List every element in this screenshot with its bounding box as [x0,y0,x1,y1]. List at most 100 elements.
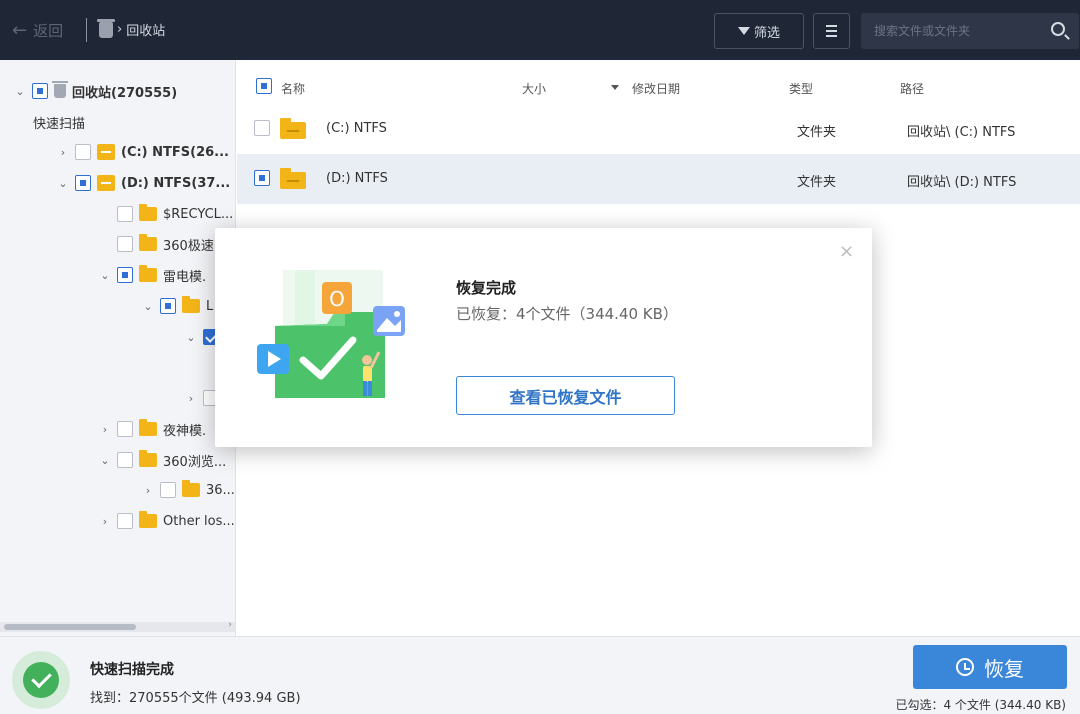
search-box [861,13,1079,49]
row-type: 文件夹 [797,175,837,190]
folder-icon [280,168,306,189]
recovery-complete-dialog: × O 恢复完成 已恢复：4个文件（344.40 KB） 查看已恢复文件 [215,228,872,447]
back-label: 返回 [33,22,64,40]
checkbox[interactable] [117,421,133,437]
tree-item-d-drive[interactable]: ⌄ (D:) NTFS(37... [57,170,230,196]
tree-item-l[interactable]: ⌄ L [142,293,213,319]
tree-item-label: 雷电模. [163,269,207,285]
row-checkbox[interactable] [254,120,270,136]
col-path[interactable]: 路径 [900,80,924,97]
recycle-bin-icon [52,81,68,98]
col-name[interactable]: 名称 [281,80,305,97]
tree-item-360speed[interactable]: 360极速 [117,231,214,257]
tree-horizontal-scrollbar[interactable]: › [0,620,235,632]
toolbar-divider [86,18,87,42]
view-menu-button[interactable] [813,13,850,49]
chevron-down-icon[interactable]: ⌄ [99,269,111,282]
table-row[interactable]: (C:) NTFS 文件夹 回收站\ (C:) NTFS [237,104,1080,154]
tree-item-label: L [206,298,214,314]
tree-section-quick-scan: 快速扫描 [33,109,85,135]
tree-item-label: 36... [206,482,235,498]
success-check-icon [12,651,70,709]
col-size[interactable]: 大小 [522,80,546,97]
row-path: 回收站\ (C:) NTFS [907,125,1016,140]
tree-item-label: (D:) NTFS(37... [121,175,231,191]
tree-item-yeshen[interactable]: › 夜神模. [99,416,206,442]
tree-root[interactable]: ⌄ 回收站(270555) [14,78,177,104]
selected-summary: 已勾选：4 个文件 (344.40 KB) [895,698,1066,712]
tree-item-c-drive[interactable]: › (C:) NTFS(26... [57,139,229,165]
tree-item-360browser[interactable]: ⌄ 360浏览... [99,447,226,473]
recover-button[interactable]: 恢复 [913,645,1067,689]
tree-item-recycle[interactable]: $RECYCL... [117,201,233,227]
chevron-right-icon[interactable]: › [99,515,111,528]
folder-icon [280,118,306,139]
chevron-right-icon[interactable]: › [99,423,111,436]
search-icon[interactable] [1051,22,1065,36]
checkbox[interactable] [117,513,133,529]
table-header: 名称 大小 修改日期 类型 路径 [237,60,1080,104]
chevron-down-icon[interactable]: ⌄ [99,454,111,467]
tree-item-other-lost[interactable]: › Other los... [99,508,235,534]
chevron-down-icon[interactable]: ⌄ [57,177,69,190]
chevron-down-icon[interactable]: ⌄ [14,85,26,98]
breadcrumb-label: 回收站 [126,24,166,39]
scroll-right-icon[interactable]: › [228,620,232,630]
row-checkbox[interactable] [254,170,270,186]
recycle-bin-icon [97,18,115,38]
menu-icon [826,25,837,27]
back-button[interactable]: ← 返回 [12,20,63,41]
chevron-down-icon[interactable]: ⌄ [142,300,154,313]
view-recovered-files-button[interactable]: 查看已恢复文件 [456,376,675,415]
checkbox[interactable] [117,452,133,468]
tree-item-label: 360极速 [163,238,214,254]
checkbox[interactable] [160,298,176,314]
tree-item-leidian[interactable]: ⌄ 雷电模. [99,262,206,288]
filter-label: 筛选 [753,25,780,41]
search-input[interactable] [861,13,1041,49]
section-label: 快速扫描 [33,116,86,132]
checkbox[interactable] [75,144,91,160]
checkbox[interactable] [75,175,91,191]
breadcrumb: › 回收站 [97,18,166,39]
close-icon[interactable]: × [839,243,854,261]
scrollbar-thumb[interactable] [4,624,136,630]
dialog-subtitle: 已恢复：4个文件（344.40 KB） [456,305,678,323]
tree-item-label: 夜神模. [163,423,207,439]
chevron-right-icon[interactable]: › [185,392,197,405]
tree-item-sub2[interactable]: › [185,385,219,411]
select-all-checkbox[interactable] [256,78,272,94]
tree-root-label: 回收站(270555) [72,85,178,101]
checkbox[interactable] [32,83,48,99]
svg-text:O: O [329,287,345,311]
folder-icon [139,450,157,467]
history-icon [956,658,974,676]
folder-icon [139,265,157,282]
row-name: (C:) NTFS [326,121,387,136]
checkbox[interactable] [160,482,176,498]
tree-item-sub[interactable]: ⌄ [185,324,219,350]
sort-desc-icon[interactable] [611,85,619,90]
tree-item-36[interactable]: › 36... [142,477,235,503]
breadcrumb-sep: › [117,22,123,37]
folder-icon [139,204,157,221]
tree-item-label: $RECYCL... [163,206,234,222]
row-type: 文件夹 [797,125,837,140]
table-row[interactable]: (D:) NTFS 文件夹 回收站\ (D:) NTFS [237,154,1080,204]
chevron-right-icon[interactable]: › [142,484,154,497]
checkbox[interactable] [117,206,133,222]
checkbox[interactable] [117,236,133,252]
scan-status-title: 快速扫描完成 [90,662,174,678]
folder-icon [182,480,200,497]
back-arrow-icon: ← [12,19,28,41]
row-path: 回收站\ (D:) NTFS [907,175,1017,190]
chevron-right-icon[interactable]: › [57,146,69,159]
tree-item-label: (C:) NTFS(26... [121,144,229,160]
chevron-down-icon[interactable]: ⌄ [185,331,197,344]
col-modified[interactable]: 修改日期 [632,80,680,97]
filter-icon [737,27,750,35]
row-name: (D:) NTFS [326,171,388,186]
filter-button[interactable]: 筛选 [714,13,804,49]
checkbox[interactable] [117,267,133,283]
col-type[interactable]: 类型 [789,80,813,97]
